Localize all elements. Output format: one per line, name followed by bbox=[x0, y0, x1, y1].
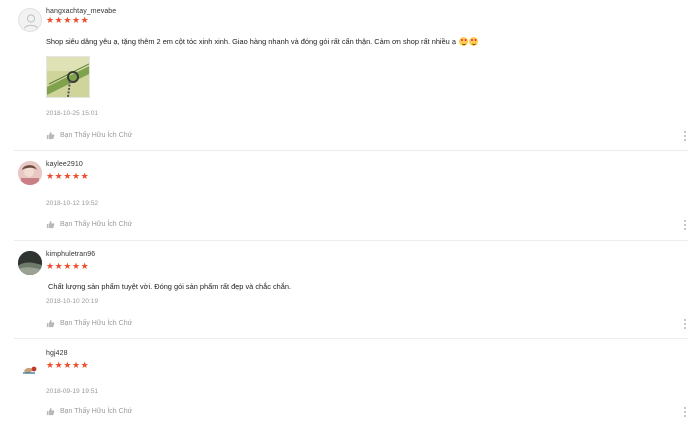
rating-stars: ★★★★★ bbox=[46, 261, 90, 271]
helpful-button[interactable]: Bạn Thấy Hữu Ích Chứ bbox=[46, 407, 132, 416]
more-options-icon[interactable] bbox=[684, 319, 687, 330]
review-divider bbox=[14, 338, 688, 339]
avatar[interactable] bbox=[18, 161, 42, 185]
heart-eyes-emoji-icon bbox=[469, 37, 479, 46]
review-photo[interactable] bbox=[46, 56, 90, 98]
review-timestamp: 2018-09-19 19:51 bbox=[46, 388, 99, 395]
avatar[interactable] bbox=[18, 8, 42, 32]
user-photo-icon bbox=[18, 251, 42, 275]
more-options-icon[interactable] bbox=[684, 220, 687, 231]
helpful-label: Bạn Thấy Hữu Ích Chứ bbox=[60, 221, 133, 228]
review-timestamp: 2018-10-10 20:19 bbox=[46, 298, 99, 305]
review-comment: Shop siêu dâng yêu ạ, tặng thêm 2 em cột… bbox=[46, 37, 479, 46]
helpful-label: Bạn Thấy Hữu Ích Chứ bbox=[60, 132, 133, 139]
review-timestamp: 2018-10-12 19:52 bbox=[46, 200, 99, 207]
helpful-label: Bạn Thấy Hữu Ích Chứ bbox=[60, 408, 133, 415]
review-comment-text: Shop siêu dâng yêu ạ, tặng thêm 2 em cột… bbox=[46, 37, 456, 46]
rating-stars: ★★★★★ bbox=[46, 15, 90, 25]
helpful-button[interactable]: Bạn Thấy Hữu Ích Chứ bbox=[46, 220, 132, 229]
avatar[interactable] bbox=[18, 358, 42, 382]
user-icon bbox=[23, 14, 39, 29]
thumbs-up-icon bbox=[46, 131, 55, 140]
thumbs-up-icon bbox=[46, 407, 55, 416]
helpful-button[interactable]: Bạn Thấy Hữu Ích Chứ bbox=[46, 319, 132, 328]
review-divider bbox=[14, 240, 688, 241]
review-username: hgj428 bbox=[46, 350, 68, 357]
helpful-button[interactable]: Bạn Thấy Hữu Ích Chứ bbox=[46, 131, 132, 140]
rating-stars: ★★★★★ bbox=[46, 360, 90, 370]
review-username: kimphuletran96 bbox=[46, 251, 96, 258]
hair-tie-photo-icon bbox=[47, 57, 89, 97]
user-photo-icon bbox=[18, 358, 42, 382]
review-comment: Chất lượng sản phẩm tuyệt vời. Đóng gói … bbox=[48, 282, 292, 291]
thumbs-up-icon bbox=[46, 319, 55, 328]
more-options-icon[interactable] bbox=[684, 131, 687, 142]
review-username: hangxachtay_mevabe bbox=[46, 8, 117, 15]
rating-stars: ★★★★★ bbox=[46, 171, 90, 181]
heart-eyes-emoji-icon bbox=[459, 37, 469, 46]
review-username: kaylee2910 bbox=[46, 161, 83, 168]
avatar[interactable] bbox=[18, 251, 42, 275]
thumbs-up-icon bbox=[46, 220, 55, 229]
review-divider bbox=[14, 150, 688, 151]
helpful-label: Bạn Thấy Hữu Ích Chứ bbox=[60, 320, 133, 327]
review-timestamp: 2018-10-25 15:01 bbox=[46, 110, 99, 117]
more-options-icon[interactable] bbox=[684, 407, 687, 418]
user-photo-icon bbox=[18, 161, 42, 185]
